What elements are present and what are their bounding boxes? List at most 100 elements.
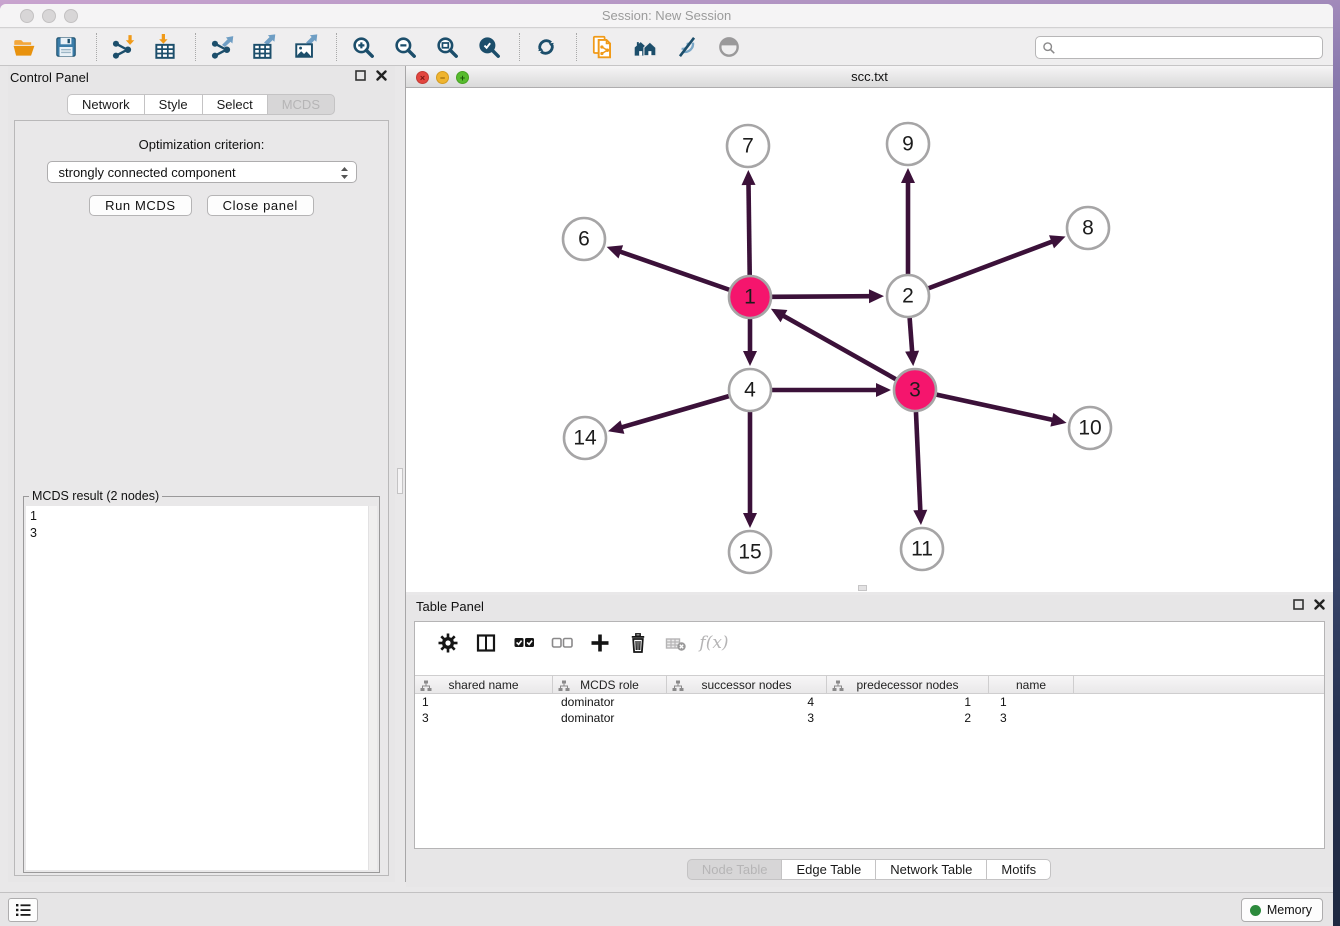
export-image-button[interactable] (290, 32, 322, 62)
toolbar-separator (195, 33, 196, 61)
graph-node[interactable]: 14 (564, 417, 606, 459)
tab-mcds[interactable]: MCDS (267, 94, 335, 115)
tab-node-table[interactable]: Node Table (687, 859, 783, 880)
graph-edge[interactable] (901, 168, 915, 274)
graph-edge[interactable] (743, 319, 757, 366)
home-networks-button[interactable] (629, 32, 661, 62)
graph-node[interactable]: 3 (894, 369, 936, 411)
zoom-in-button[interactable] (347, 32, 379, 62)
hide-details-button[interactable] (671, 32, 703, 62)
save-session-button[interactable] (50, 32, 82, 62)
zoom-fit-button[interactable] (431, 32, 463, 62)
tab-network[interactable]: Network (67, 94, 145, 115)
copy-network-button[interactable] (587, 32, 619, 62)
graph-edge[interactable] (607, 245, 730, 289)
graph-node[interactable]: 1 (729, 276, 771, 318)
select-all-columns-button[interactable] (505, 628, 543, 658)
unselect-all-columns-button[interactable] (543, 628, 581, 658)
tab-network-table[interactable]: Network Table (875, 859, 987, 880)
network-title: scc.txt (406, 69, 1333, 84)
network-resize-handle[interactable] (858, 585, 867, 591)
result-scrollbar[interactable] (368, 506, 377, 870)
graph-node[interactable]: 10 (1069, 407, 1111, 449)
graph-node[interactable]: 6 (563, 218, 605, 260)
export-image-icon (293, 34, 319, 60)
plus-icon (588, 631, 612, 655)
refresh-button[interactable] (530, 32, 562, 62)
column-header-predecessor-nodes[interactable]: predecessor nodes (827, 676, 989, 693)
close-panel-icon[interactable] (376, 70, 387, 81)
mcds-result-text[interactable]: 1 3 (26, 506, 377, 870)
open-session-button[interactable] (8, 32, 40, 62)
graph-edge[interactable] (913, 412, 927, 525)
memory-button[interactable]: Memory (1241, 898, 1323, 922)
column-header-shared-name[interactable]: shared name (415, 676, 553, 693)
table-cell: 1 (989, 695, 1074, 709)
tab-edge-table[interactable]: Edge Table (781, 859, 876, 880)
table-row[interactable]: 3dominator323 (415, 710, 1324, 726)
gear-icon (436, 631, 460, 655)
table-settings-button[interactable] (429, 628, 467, 658)
tab-select[interactable]: Select (202, 94, 268, 115)
zoom-selected-button[interactable] (473, 32, 505, 62)
create-column-button[interactable] (581, 628, 619, 658)
graph-edge[interactable] (905, 318, 919, 366)
tab-motifs[interactable]: Motifs (986, 859, 1051, 880)
show-column-panel-button[interactable] (467, 628, 505, 658)
node-table-body: 1dominator4113dominator323 (415, 694, 1324, 726)
toolbar-separator (576, 33, 577, 61)
close-panel-icon[interactable] (1314, 599, 1325, 610)
vertical-splitter[interactable] (395, 66, 406, 882)
export-network-button[interactable] (206, 32, 238, 62)
column-header-mcds-role[interactable]: MCDS role (553, 676, 667, 693)
float-panel-icon[interactable] (355, 70, 366, 81)
task-history-button[interactable] (8, 898, 38, 922)
graph-node[interactable]: 7 (727, 125, 769, 167)
close-panel-button[interactable]: Close panel (207, 195, 314, 216)
show-details-button[interactable] (713, 32, 745, 62)
table-cell: 3 (989, 711, 1074, 725)
float-panel-icon[interactable] (1293, 599, 1304, 610)
import-table-button[interactable] (149, 32, 181, 62)
delete-table-button[interactable] (657, 628, 695, 658)
table-row[interactable]: 1dominator411 (415, 694, 1324, 710)
graph-node[interactable]: 8 (1067, 207, 1109, 249)
graph-node[interactable]: 11 (901, 528, 943, 570)
graph-edge[interactable] (936, 395, 1066, 427)
search-input[interactable] (1056, 37, 1322, 58)
export-table-button[interactable] (248, 32, 280, 62)
graph-edge[interactable] (743, 412, 757, 528)
graph-edge[interactable] (929, 235, 1066, 288)
delete-column-button[interactable] (619, 628, 657, 658)
splitter-handle[interactable] (397, 468, 403, 494)
optimization-criterion-select[interactable]: strongly connected component (47, 161, 357, 183)
fx-icon: f(x) (699, 633, 728, 653)
graph-node[interactable]: 15 (729, 531, 771, 573)
graph-edge[interactable] (608, 396, 729, 434)
column-header-name[interactable]: name (989, 676, 1074, 693)
network-canvas[interactable]: 7 9 6 8 1 2 4 3 14 10 15 11 (406, 88, 1333, 592)
zoom-out-button[interactable] (389, 32, 421, 62)
graph-node[interactable]: 4 (729, 369, 771, 411)
run-mcds-button[interactable]: Run MCDS (89, 195, 192, 216)
graph-edge[interactable] (742, 170, 756, 275)
graph-edge[interactable] (771, 309, 896, 379)
zoom-out-icon (392, 34, 418, 60)
table-panel: Table Panel (406, 595, 1333, 887)
search-box[interactable] (1035, 36, 1323, 59)
table-panel-title: Table Panel (416, 599, 484, 614)
table-cell: dominator (553, 711, 667, 725)
graph-node[interactable]: 2 (887, 275, 929, 317)
toolbar-separator (519, 33, 520, 61)
tab-style[interactable]: Style (144, 94, 203, 115)
function-builder-button[interactable]: f(x) (695, 628, 733, 658)
zoom-fit-icon (434, 34, 460, 60)
import-network-button[interactable] (107, 32, 139, 62)
trash-icon (626, 631, 650, 655)
graph-node[interactable]: 9 (887, 123, 929, 165)
graph-edge[interactable] (772, 289, 884, 303)
node-table-container: f(x) shared name MCDS role successor nod… (414, 621, 1325, 849)
graph-edge[interactable] (772, 383, 891, 397)
column-header-successor-nodes[interactable]: successor nodes (667, 676, 827, 693)
table-cell: 3 (667, 711, 827, 725)
